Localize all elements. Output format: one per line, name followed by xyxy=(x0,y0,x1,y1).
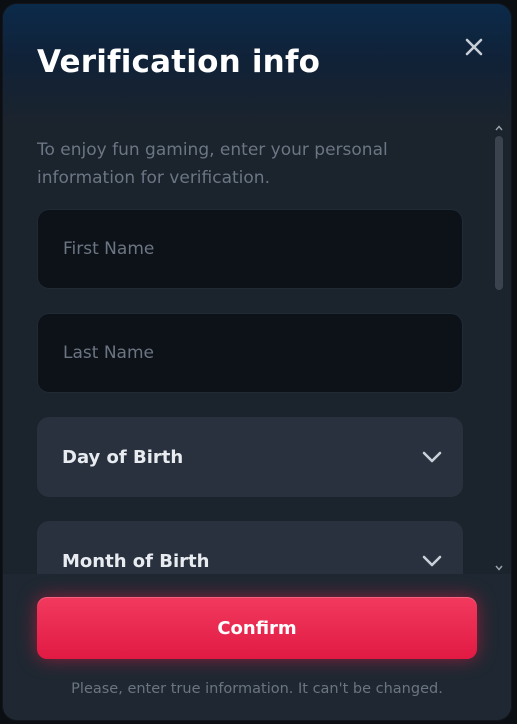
intro-text: To enjoy fun gaming, enter your personal… xyxy=(37,140,388,188)
scroll-down-arrow-icon[interactable] xyxy=(493,562,505,574)
modal-title: Verification info xyxy=(37,44,321,80)
last-name-field xyxy=(37,313,463,393)
footer-note: Please, enter true information. It can't… xyxy=(71,681,443,697)
first-name-field xyxy=(37,209,463,289)
month-of-birth-label: Month of Birth xyxy=(62,550,210,572)
scrollbar[interactable] xyxy=(493,122,505,578)
day-of-birth-label: Day of Birth xyxy=(62,446,184,468)
scrollbar-thumb[interactable] xyxy=(495,136,503,290)
scroll-up-arrow-icon[interactable] xyxy=(493,122,505,134)
modal-header: Verification info xyxy=(3,4,511,124)
verification-modal: Verification info To enjoy fun gaming, e… xyxy=(3,4,511,720)
close-button[interactable] xyxy=(459,32,489,62)
form-scroll-area[interactable]: To enjoy fun gaming, enter your personal… xyxy=(3,124,511,574)
last-name-input[interactable] xyxy=(38,314,462,392)
modal-footer: Confirm Please, enter true information. … xyxy=(3,574,511,720)
chevron-down-icon xyxy=(422,555,442,567)
first-name-input[interactable] xyxy=(38,210,462,288)
chevron-down-icon xyxy=(422,451,442,463)
confirm-button[interactable]: Confirm xyxy=(37,597,477,659)
month-of-birth-select[interactable]: Month of Birth xyxy=(37,521,463,574)
close-icon xyxy=(465,38,483,56)
day-of-birth-select[interactable]: Day of Birth xyxy=(37,417,463,497)
